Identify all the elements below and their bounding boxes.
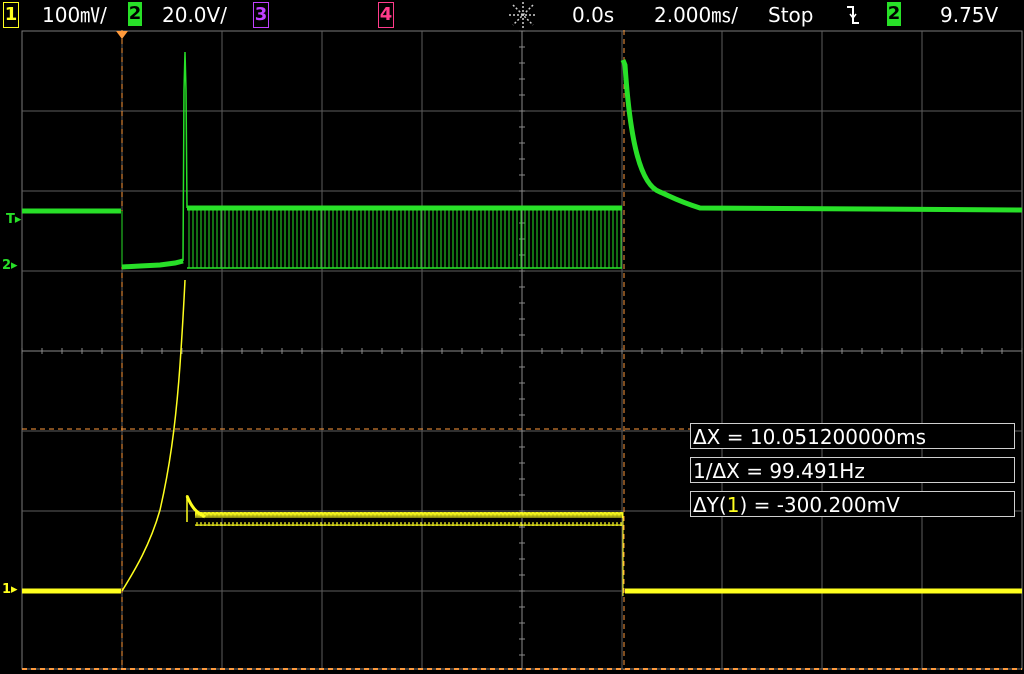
- arrow-right-icon: ▸: [14, 212, 22, 227]
- delta-y-channel: 1: [726, 493, 740, 517]
- timebase-value[interactable]: 2.000㎳/: [654, 2, 738, 28]
- trigger-time-marker: [116, 31, 128, 39]
- ch2-ground-marker[interactable]: 2▸: [2, 258, 18, 273]
- ch4-indicator[interactable]: 4: [378, 2, 394, 28]
- trigger-level[interactable]: 9.75V: [940, 2, 998, 28]
- ch1-ground-marker[interactable]: 1▸: [2, 582, 18, 597]
- delta-y-readout: ΔY(1) = -300.200mV: [690, 491, 1015, 517]
- ch3-indicator[interactable]: 3: [253, 2, 269, 28]
- falling-edge-icon: [845, 0, 861, 26]
- delta-y-prefix: ΔY(: [693, 493, 727, 517]
- status-bar: 1 100㎷/ 2 20.0V/ 3 4 0.0s 2.000㎳/ Stop 2…: [0, 0, 1024, 30]
- delta-x-readout: ΔX = 10.051200000ms: [690, 423, 1015, 449]
- delta-y-value: ) = -300.200mV: [739, 493, 900, 517]
- ch2-scale[interactable]: 20.0V/: [162, 2, 227, 28]
- trigger-marker-label: T: [6, 212, 15, 227]
- arrow-right-icon: ▸: [11, 258, 18, 273]
- arrow-right-icon: ▸: [11, 582, 18, 597]
- ch2-ground-label: 2: [2, 258, 12, 273]
- waveform-display[interactable]: T▸ 2▸ 1▸ ΔX = 10.051200000ms 1/ΔX = 99.4…: [0, 30, 1024, 670]
- run-state[interactable]: Stop: [768, 2, 813, 28]
- ch1-indicator[interactable]: 1: [3, 2, 19, 28]
- ch1-scale[interactable]: 100㎷/: [42, 2, 107, 28]
- inverse-delta-x-readout: 1/ΔX = 99.491Hz: [690, 457, 1015, 483]
- trigger-level-marker[interactable]: T▸: [6, 212, 21, 227]
- trigger-position-icon: [505, 0, 541, 28]
- scope-graticule: [21, 30, 1023, 670]
- delay-value[interactable]: 0.0s: [572, 2, 614, 28]
- ch1-ground-label: 1: [2, 582, 12, 597]
- trigger-source[interactable]: 2: [887, 2, 901, 26]
- ch2-indicator[interactable]: 2: [128, 2, 142, 26]
